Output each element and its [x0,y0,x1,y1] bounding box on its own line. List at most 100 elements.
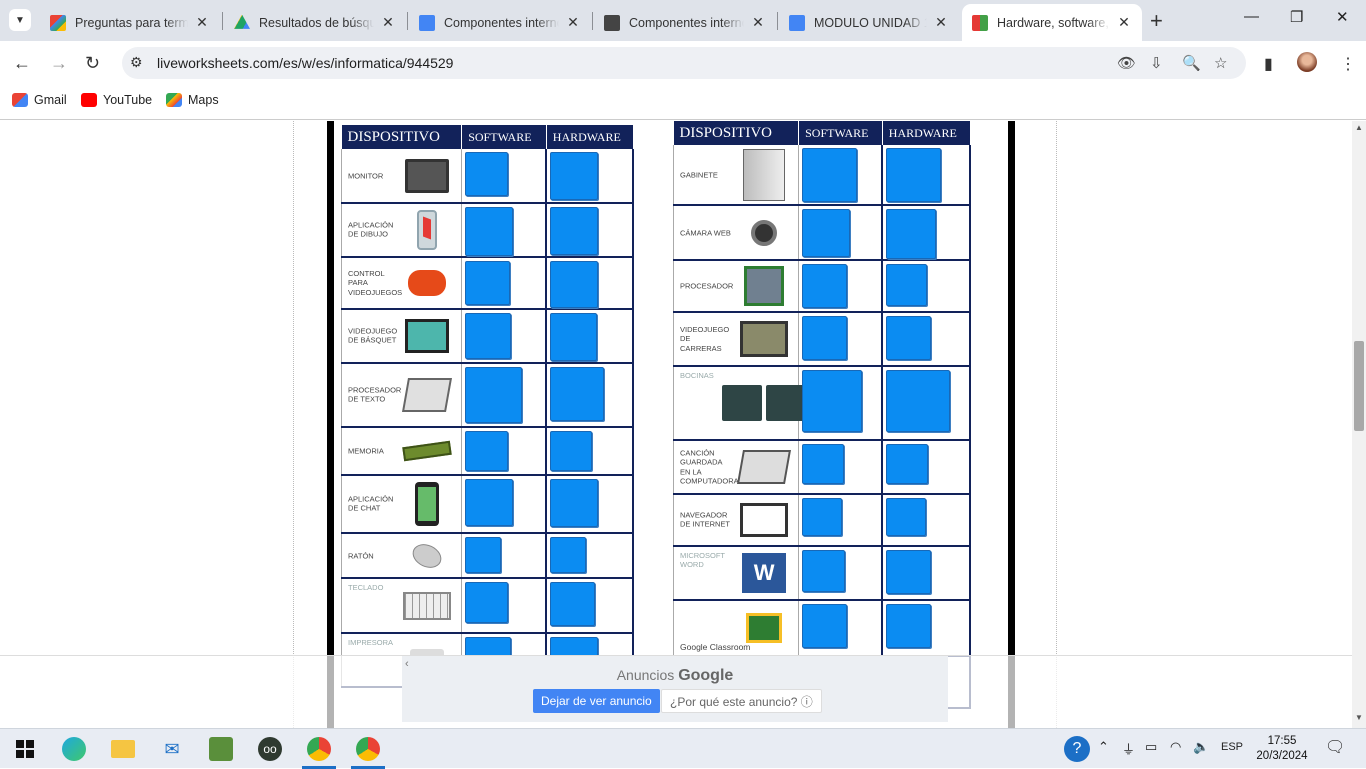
usb-icon[interactable]: ⏚ [1122,739,1135,758]
hardware-drop-box[interactable] [886,209,937,259]
hardware-drop-box[interactable] [550,537,587,573]
software-drop-box[interactable] [465,537,502,573]
edge-app[interactable] [60,735,88,763]
hardware-drop-box[interactable] [886,498,927,536]
close-icon[interactable]: ✕ [1116,14,1132,31]
software-cell [461,533,548,579]
zoom-icon[interactable]: 🔍 [1182,54,1201,72]
chrome-app-2[interactable] [354,735,382,763]
software-drop-box[interactable] [802,604,848,648]
battery-icon[interactable]: ▭ [1145,739,1157,755]
software-drop-box[interactable] [802,550,846,592]
window-close-button[interactable]: ✕ [1336,8,1349,26]
language-indicator[interactable]: ESP [1221,741,1243,753]
maps-icon [166,93,182,107]
bookmark-youtube[interactable]: YouTube [81,93,152,107]
software-drop-box[interactable] [465,261,511,305]
software-drop-box[interactable] [465,367,523,423]
tab-classroom[interactable]: Componentes interno ✕ [594,4,776,41]
hardware-drop-box[interactable] [886,264,928,306]
close-icon[interactable]: ✕ [933,14,949,31]
software-drop-box[interactable] [465,313,512,359]
software-drop-box[interactable] [802,498,843,536]
software-drop-box[interactable] [465,582,509,623]
hardware-cell [882,546,971,601]
hardware-drop-box[interactable] [550,582,596,626]
file-explorer-app[interactable] [109,735,137,763]
help-button[interactable]: ? [1063,735,1091,763]
software-drop-box[interactable] [465,207,514,256]
hardware-drop-box[interactable] [550,152,599,200]
tab-search-button[interactable]: ▼ [9,9,31,31]
stop-ad-button[interactable]: Dejar de ver anuncio [533,689,660,713]
software-drop-box[interactable] [802,316,848,360]
close-icon[interactable]: ✕ [194,14,210,31]
hardware-drop-box[interactable] [550,207,599,255]
tripadvisor-app[interactable]: oo [256,735,284,763]
tab-liveworksheets[interactable]: Hardware, software, c ✕ [962,4,1142,41]
hardware-drop-box[interactable] [550,431,593,471]
address-bar[interactable]: ⚙ liveworksheets.com/es/w/es/informatica… [122,47,1246,79]
software-drop-box[interactable] [802,209,851,257]
software-drop-box[interactable] [802,264,848,308]
scroll-up-icon[interactable]: ▲ [1355,123,1363,132]
bookmark-maps[interactable]: Maps [166,93,219,107]
profile-avatar[interactable] [1297,52,1317,72]
why-ad-button[interactable]: ¿Por qué este anuncio? ⓘ [661,689,822,713]
bookmark-label: Maps [188,93,219,107]
tracking-blocked-icon[interactable]: 👁 [1117,54,1136,72]
bookmark-star-icon[interactable]: ☆ [1214,54,1227,72]
hardware-drop-box[interactable] [550,313,598,361]
start-button[interactable] [11,735,39,763]
hardware-drop-box[interactable] [550,261,599,308]
install-app-icon[interactable]: ⇩ [1150,54,1163,72]
hardware-drop-box[interactable] [886,604,932,648]
tab-docs-2[interactable]: MODULO UNIDAD 1 ✕ [779,4,959,41]
tab-docs-1[interactable]: Componentes interno ✕ [409,4,591,41]
software-drop-box[interactable] [465,431,509,471]
device-label: RATÓN [348,550,374,560]
vertical-scrollbar[interactable]: ▲ ▼ [1352,121,1366,728]
minimize-button[interactable]: — [1244,8,1259,25]
hardware-drop-box[interactable] [886,370,951,432]
url-text[interactable]: liveworksheets.com/es/w/es/informatica/9… [157,55,453,71]
forward-button[interactable]: → [50,53,68,74]
mail-app[interactable]: ✉ [158,735,186,763]
software-cell [798,366,884,441]
hardware-drop-box[interactable] [550,367,605,421]
hardware-drop-box[interactable] [886,444,929,484]
software-drop-box[interactable] [465,152,509,196]
close-icon[interactable]: ✕ [750,14,766,31]
wifi-icon[interactable]: ◠ [1170,739,1181,755]
side-panel-icon[interactable]: ▮ [1264,54,1273,74]
hardware-drop-box[interactable] [550,479,599,527]
clock[interactable]: 17:55 20/3/2024 [1254,734,1310,764]
hardware-cell [882,440,971,495]
hardware-drop-box[interactable] [886,550,932,594]
restore-button[interactable]: ❐ [1290,8,1303,26]
tab-drive-search[interactable]: Resultados de búsque ✕ [224,4,406,41]
back-button[interactable]: ← [13,53,31,74]
close-icon[interactable]: ✕ [380,14,396,31]
volume-icon[interactable]: 🔈 [1193,739,1209,755]
notifications-icon[interactable]: 🗨 [1325,737,1345,757]
new-tab-button[interactable]: + [1150,8,1163,34]
software-drop-box[interactable] [802,370,863,432]
hardware-drop-box[interactable] [886,316,932,360]
tab-gmail[interactable]: Preguntas para termi ✕ [40,4,220,41]
close-icon[interactable]: ✕ [565,14,581,31]
mouse-icon [403,535,451,577]
software-drop-box[interactable] [802,444,845,484]
bookmark-gmail[interactable]: Gmail [12,93,67,107]
chevron-up-icon[interactable]: ⌃ [1098,739,1109,755]
hardware-drop-box[interactable] [886,148,942,202]
software-drop-box[interactable] [802,148,858,202]
site-info-icon[interactable]: ⚙ [130,54,143,71]
reload-button[interactable]: ↻ [85,53,100,74]
menu-dots-icon[interactable]: ⋮ [1340,54,1356,74]
software-drop-box[interactable] [465,479,514,526]
scrollbar-thumb[interactable] [1354,341,1364,431]
chrome-app-1[interactable] [305,735,333,763]
scroll-down-icon[interactable]: ▼ [1355,713,1363,722]
app-green[interactable] [207,735,235,763]
